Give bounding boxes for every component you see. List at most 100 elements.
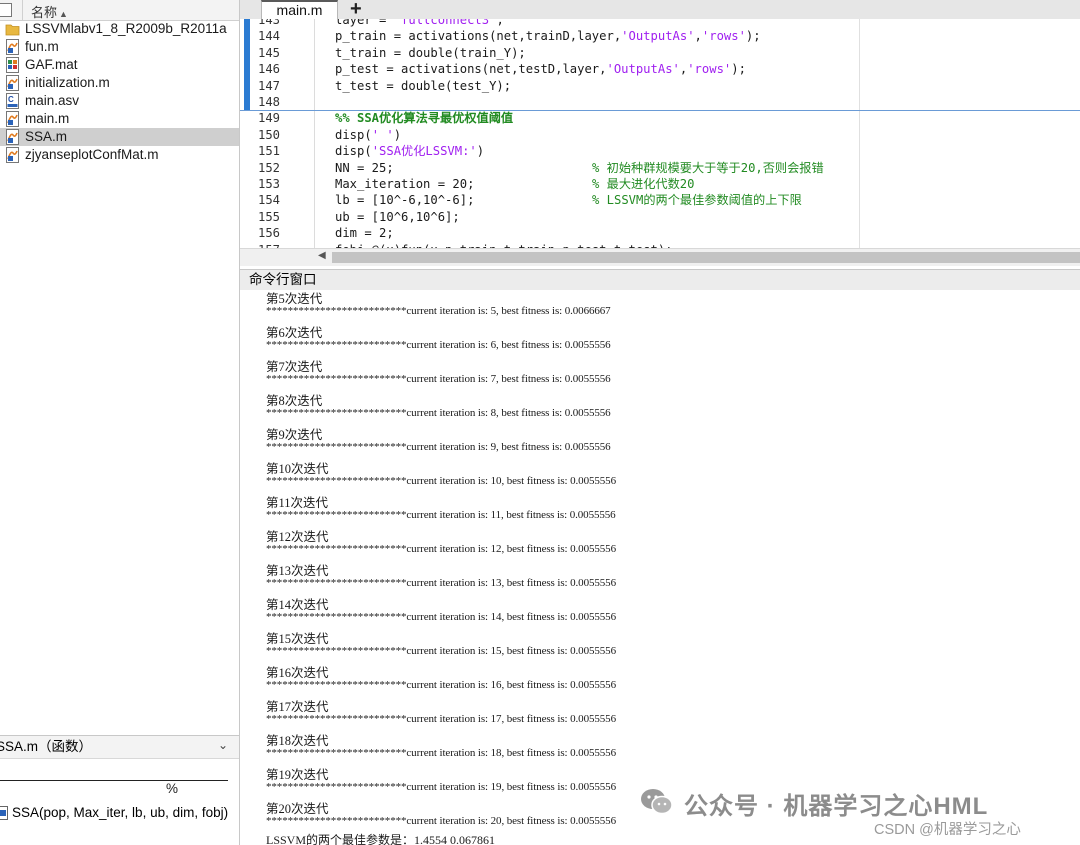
code-text: ub = [10^6,10^6]; (335, 209, 460, 224)
code-line[interactable]: 147 t_test = double(test_Y); (240, 78, 1080, 95)
iteration-output: **************************current iterat… (266, 373, 611, 385)
iteration-output: **************************current iterat… (266, 509, 616, 521)
code-line[interactable]: 151 disp('SSA优化LSSVM:') (240, 143, 1080, 160)
iteration-output: **************************current iterat… (266, 611, 616, 623)
iteration-output: **************************current iterat… (266, 339, 611, 351)
file-item[interactable]: fun.m (0, 38, 239, 56)
svg-text:C: C (8, 95, 14, 104)
file-item[interactable]: SSA.m (0, 128, 239, 146)
asv-file-icon: C (5, 93, 20, 109)
file-item[interactable]: LSSVMlabv1_8_R2009b_R2011a (0, 20, 239, 38)
code-comment: % 最大进化代数20 (592, 177, 695, 191)
scrollbar-thumb[interactable] (332, 252, 1080, 263)
code-text: disp('SSA优化LSSVM:') (335, 144, 485, 159)
tab-main-m[interactable]: main.m (261, 0, 338, 19)
code-line[interactable]: 150 disp(' ') (240, 127, 1080, 144)
file-item[interactable]: main.m (0, 110, 239, 128)
code-text: Max_iteration = 20; (335, 177, 475, 191)
code-line[interactable]: 146 p_test = activations(net,testD,layer,… (240, 61, 1080, 78)
code-line[interactable]: 152 NN = 25; % 初始种群规模要大于等于20,否则会报错 (240, 160, 1080, 177)
code-line[interactable]: 156 dim = 2; (240, 225, 1080, 242)
code-text: p_train = activations(net,trainD,layer,'… (335, 29, 761, 44)
line-number: 147 (258, 78, 281, 93)
iteration-output: **************************current iterat… (266, 645, 616, 657)
select-all-checkbox[interactable] (0, 3, 12, 17)
m-file-function-icon (5, 39, 20, 55)
code-line[interactable]: 149 %% SSA优化算法寻最优权值阈值 (240, 110, 1080, 127)
function-signature-row[interactable]: SSA(pop, Max_iter, lb, ub, dim, fobj) (0, 804, 239, 824)
name-column-header[interactable]: 名称 ▲ (31, 2, 68, 21)
code-text: t_test = double(test_Y); (335, 78, 512, 93)
scroll-left-icon[interactable]: ◀ (318, 250, 326, 261)
tab-label: main.m (276, 2, 323, 18)
line-number: 145 (258, 45, 281, 60)
line-number: 148 (258, 95, 281, 109)
file-name: main.asv (25, 93, 80, 108)
line-number: 155 (258, 209, 281, 224)
m-file-script-icon (5, 111, 20, 127)
iteration-output: **************************current iterat… (266, 475, 616, 487)
code-line[interactable]: 148 (240, 94, 1080, 111)
file-list-header: 名称 ▲ (0, 0, 239, 21)
editor-tab-bar: main.m + (240, 0, 1080, 20)
chevron-down-icon[interactable]: ⌄ (218, 735, 228, 756)
details-panel-header[interactable]: SSA.m（函数） ⌄ (0, 735, 239, 759)
code-text: %% SSA优化算法寻最优权值阈值 (335, 111, 514, 126)
m-file-function-icon (5, 147, 20, 163)
line-number: 149 (258, 111, 281, 126)
file-name: zjyanseplotConfMat.m (25, 147, 159, 162)
code-line[interactable]: 153 Max_iteration = 20; % 最大进化代数20 (240, 176, 1080, 193)
mat-file-icon (5, 57, 20, 73)
file-item[interactable]: GAF.mat (0, 56, 239, 74)
code-text: t_train = double(train_Y); (335, 45, 526, 60)
code-line[interactable]: 154 lb = [10^-6,10^-6]; % LSSVM的两个最佳参数阈值的上… (240, 192, 1080, 209)
code-comment: % 初始种群规模要大于等于20,否则会报错 (592, 160, 824, 175)
final-result-line: LSSVM的两个最佳参数是：1.4554 0.067861 (266, 833, 496, 845)
details-title: SSA.m（函数） (0, 739, 93, 754)
file-item[interactable]: initialization.m (0, 74, 239, 92)
code-text: NN = 25; (335, 160, 394, 175)
file-item[interactable]: Cmain.asv (0, 92, 239, 110)
code-comment: % LSSVM的两个最佳参数阈值的上下限 (592, 193, 802, 208)
details-divider (0, 780, 228, 781)
code-editor[interactable]: 143 layer = 'fullconnect3'; 144 p_train = a… (240, 19, 1080, 266)
code-text: lb = [10^-6,10^-6]; (335, 193, 475, 208)
code-line[interactable]: 144 p_train = activations(net,trainD,laye… (240, 28, 1080, 45)
m-file-function-icon (5, 129, 20, 145)
iteration-output: **************************current iterat… (266, 441, 611, 453)
iteration-output: **************************current iterat… (266, 679, 616, 691)
iteration-output: **************************current iterat… (266, 815, 616, 827)
iteration-output: **************************current iterat… (266, 713, 616, 725)
file-browser-panel: 名称 ▲ LSSVMlabv1_8_R2009b_R2011a fun.m GAF.m… (0, 0, 240, 845)
file-item[interactable]: zjyanseplotConfMat.m (0, 146, 239, 164)
iteration-output: **************************current iterat… (266, 407, 611, 419)
file-name: SSA.m (25, 129, 68, 144)
line-number: 152 (258, 160, 281, 175)
file-name: fun.m (25, 39, 59, 54)
code-line[interactable]: 145 t_train = double(train_Y); (240, 45, 1080, 62)
command-window-header: 命令行窗口 (240, 269, 1080, 291)
name-column-label: 名称 (31, 5, 58, 20)
file-name: initialization.m (25, 75, 110, 90)
iteration-output: **************************current iterat… (266, 543, 616, 555)
function-signature: SSA(pop, Max_iter, lb, ub, dim, fobj) (12, 805, 229, 820)
line-number: 154 (258, 193, 281, 208)
details-percent: % (166, 781, 179, 796)
folder-icon (5, 21, 20, 37)
iteration-output: **************************current iterat… (266, 781, 616, 793)
sort-ascending-icon: ▲ (59, 9, 68, 19)
m-file-function-icon (5, 75, 20, 91)
line-number: 150 (258, 127, 281, 142)
editor-horizontal-scrollbar[interactable]: ◀ (240, 248, 1080, 266)
code-line[interactable]: 155 ub = [10^6,10^6]; (240, 209, 1080, 226)
command-window-title: 命令行窗口 (249, 272, 317, 287)
iteration-output: **************************current iterat… (266, 577, 616, 589)
column-divider[interactable] (22, 0, 23, 20)
command-window[interactable]: 第5次迭代 **************************current i… (240, 290, 1080, 845)
wechat-icon (641, 789, 673, 815)
code-text: p_test = activations(net,testD,layer,'Ou… (335, 62, 746, 77)
line-number: 144 (258, 29, 281, 44)
iteration-output: **************************current iterat… (266, 747, 616, 759)
file-name: GAF.mat (25, 57, 78, 72)
add-tab-button[interactable]: + (350, 0, 362, 21)
